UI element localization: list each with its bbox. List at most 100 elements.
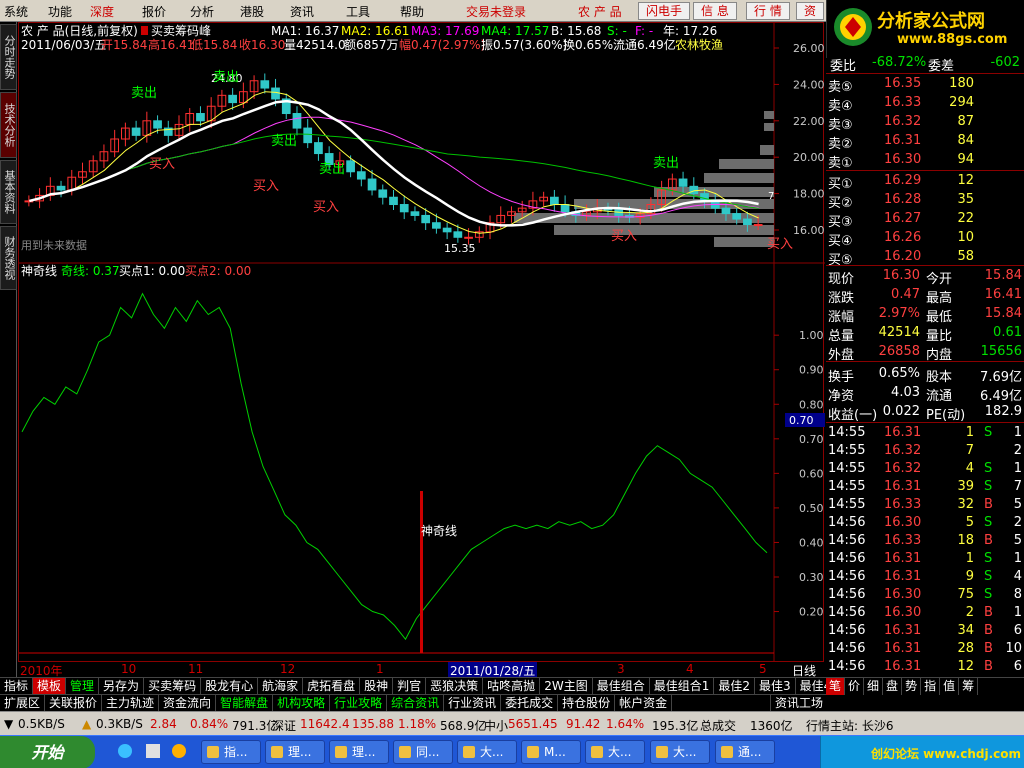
bid-price: 16.29: [884, 173, 922, 188]
tab-fundamentals[interactable]: 基本资料: [0, 160, 17, 224]
right-tab[interactable]: 细: [864, 678, 884, 695]
tick-count: 1: [1013, 605, 1022, 620]
indicator-tab[interactable]: 最佳组合: [593, 678, 650, 694]
logo-brand: 分析家公式网: [877, 11, 985, 32]
extension-tab[interactable]: 行业资讯: [444, 695, 502, 711]
tick-time: 14:56: [828, 551, 866, 566]
ask-row: 卖⑤ 16.35 180: [826, 75, 1024, 95]
start-button[interactable]: 开始: [0, 736, 95, 768]
task-icon: [591, 746, 603, 758]
media-icon[interactable]: [172, 744, 186, 758]
commission-diff: -602: [990, 55, 1020, 70]
tab-finance[interactable]: 财务透视: [0, 226, 17, 290]
extension-tab[interactable]: 主力轨迹: [102, 695, 160, 711]
extension-tab[interactable]: 扩展区: [0, 695, 46, 711]
sz-index: 11642.4: [300, 717, 350, 731]
chip-profile: [514, 111, 774, 247]
indicator-tab[interactable]: 管理: [66, 678, 100, 694]
taskbar-task[interactable]: 理...: [329, 740, 389, 764]
taskbar-task[interactable]: M...: [521, 740, 581, 764]
info-low: 低15.84: [191, 38, 237, 52]
extension-tab[interactable]: 资金流向: [159, 695, 217, 711]
extension-tab[interactable]: 持仓股份: [558, 695, 616, 711]
menu-item-system[interactable]: 系统: [4, 3, 28, 20]
taskbar-task[interactable]: 理...: [265, 740, 325, 764]
ask-volume: 294: [949, 95, 974, 110]
indicator-tab[interactable]: 判官: [393, 678, 427, 694]
indicator-tab[interactable]: 模板: [33, 678, 67, 694]
right-tab[interactable]: 盘: [883, 678, 903, 695]
right-tab[interactable]: 笔: [826, 678, 846, 695]
right-tab[interactable]: 值: [940, 678, 960, 695]
desktop-icon[interactable]: [146, 744, 160, 758]
taskbar-task[interactable]: 同...: [393, 740, 453, 764]
price-axis-label: 24.00: [793, 78, 825, 91]
menu-item-hk[interactable]: 港股: [240, 3, 264, 20]
extension-tab[interactable]: 综合资讯: [387, 695, 445, 711]
indicator-tab[interactable]: 航海家: [258, 678, 304, 694]
indicator-tab[interactable]: 另存为: [99, 678, 145, 694]
indicator-tab[interactable]: 股龙有心: [201, 678, 259, 694]
bid-row: 买④ 16.26 10: [826, 229, 1024, 249]
extension-tab[interactable]: 机构攻略: [273, 695, 331, 711]
ask-label: 卖②: [828, 137, 853, 152]
indicator-tab[interactable]: 最佳2: [714, 678, 755, 694]
tick-time: 14:55: [828, 479, 866, 494]
menu-item-tools[interactable]: 工具: [346, 3, 370, 20]
indicator-tab[interactable]: 最佳4: [796, 678, 826, 694]
indicator-tab[interactable]: 咕咚高抛: [483, 678, 541, 694]
taskbar-task[interactable]: 大...: [650, 740, 710, 764]
ie-icon[interactable]: [118, 744, 132, 758]
quote-value: 15656: [980, 344, 1022, 359]
indicator-tab[interactable]: 买卖筹码: [144, 678, 202, 694]
market-button[interactable]: 行 情: [746, 2, 790, 20]
menu-item-depth[interactable]: 深度: [90, 3, 114, 20]
extension-tab[interactable]: 关联报价: [45, 695, 103, 711]
extension-tab[interactable]: 智能解盘: [216, 695, 274, 711]
taskbar-task[interactable]: 大...: [457, 740, 517, 764]
tick-price: 16.30: [884, 605, 922, 620]
taskbar-task[interactable]: 指...: [201, 740, 261, 764]
candle-body: [389, 196, 398, 206]
extension-tab[interactable]: 委托成交: [501, 695, 559, 711]
time-label: 5: [759, 662, 767, 676]
menu-item-help[interactable]: 帮助: [400, 3, 424, 20]
taskbar-task[interactable]: 大...: [585, 740, 645, 764]
server-status[interactable]: 行情主站: 长沙6: [806, 717, 894, 734]
indicator-tab[interactable]: 最佳组合1: [650, 678, 715, 694]
tab-technical[interactable]: 技术分析: [0, 92, 17, 158]
tick-volume: 18: [957, 533, 974, 548]
flash-button[interactable]: 闪电手: [638, 2, 691, 20]
right-tab[interactable]: 势: [902, 678, 922, 695]
tick-count: 5: [1013, 497, 1022, 512]
sh-pct: 0.84%: [190, 717, 229, 731]
chart-svg[interactable]: 农 产 品(日线,前复权) 买卖筹码峰 MA1: 16.37 MA2: 16.61…: [19, 23, 825, 663]
news-workshop-tab[interactable]: 资讯工场: [770, 695, 826, 711]
right-tab[interactable]: 价: [845, 678, 865, 695]
trade-status[interactable]: 交易未登录: [466, 3, 526, 20]
tab-intraday[interactable]: 分时走势: [0, 24, 17, 90]
indicator-tab[interactable]: 指标: [0, 678, 34, 694]
tick-volume: 1: [965, 425, 974, 440]
indicator-tab[interactable]: 恶狼决策: [426, 678, 484, 694]
indicator-tab[interactable]: 股神: [360, 678, 394, 694]
info-button[interactable]: 信 息: [693, 2, 737, 20]
right-tab[interactable]: 筹: [959, 678, 979, 695]
tick-time: 14:56: [828, 623, 866, 638]
indicator-tab[interactable]: 最佳3: [755, 678, 796, 694]
indicator-tab[interactable]: 2W主图: [540, 678, 593, 694]
time-label: 12: [280, 662, 296, 676]
taskbar-task[interactable]: 通...: [715, 740, 775, 764]
bid-label: 买③: [828, 215, 853, 230]
menu-item-news[interactable]: 资讯: [290, 3, 314, 20]
extension-tab[interactable]: 帐户资金: [615, 695, 673, 711]
right-tab[interactable]: 指: [921, 678, 941, 695]
menu-item-function[interactable]: 功能: [48, 3, 72, 20]
menu-item-analysis[interactable]: 分析: [190, 3, 214, 20]
menu-item-quote[interactable]: 报价: [142, 3, 166, 20]
extension-tab[interactable]: 行业攻略: [330, 695, 388, 711]
indicator-tab[interactable]: 虎拓看盘: [303, 678, 361, 694]
quote-label: 股本: [926, 370, 953, 385]
extra-button[interactable]: 资: [796, 2, 825, 20]
chart-area[interactable]: 农 产 品(日线,前复权) 买卖筹码峰 MA1: 16.37 MA2: 16.61…: [18, 22, 825, 663]
